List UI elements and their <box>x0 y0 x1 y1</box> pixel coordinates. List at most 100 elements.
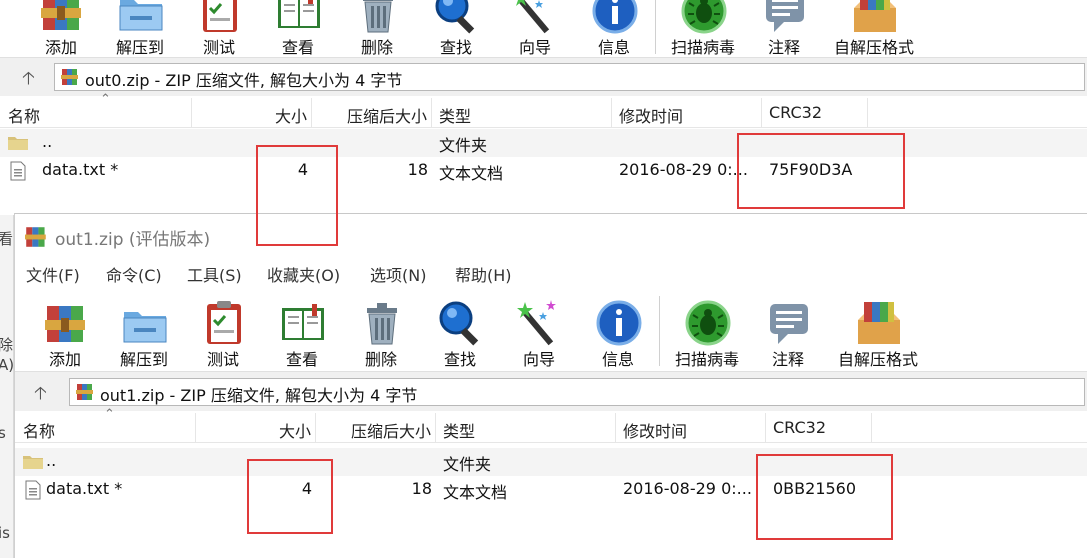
menu-tools[interactable]: 工具(S) <box>187 262 242 286</box>
toolbar: 添加 解压到 测试 查看 删除 查找 向导 信息 扫描病毒 注释 自解压格式 <box>0 0 1087 58</box>
toolbar-label: 扫描病毒 <box>670 38 735 57</box>
sfx-box-icon <box>858 302 900 344</box>
up-arrow-icon[interactable]: 🡡 <box>22 66 35 96</box>
highlight-box-size-out1 <box>247 459 333 534</box>
table-row[interactable]: data.txt * 4 18 文本文档 2016-08-29 0:... 0B… <box>15 476 1087 504</box>
side-fragment: 看 <box>0 228 13 249</box>
highlight-box-size-out0 <box>256 145 338 246</box>
archive-path-field[interactable]: out1.zip - ZIP 压缩文件, 解包大小为 4 字节 <box>69 378 1085 406</box>
cell-modified: 2016-08-29 0:... <box>619 160 748 179</box>
view-book-icon <box>278 0 320 28</box>
add-archive-icon <box>45 306 85 342</box>
toolbar-label: 注释 <box>767 38 800 57</box>
toolbar-label: 注释 <box>771 350 804 369</box>
column-name[interactable]: 名称 <box>0 98 192 128</box>
sfx-box-icon <box>854 0 896 32</box>
column-header-row: 名称 大小 压缩后大小 类型 修改时间 CRC32 ⌃ <box>15 407 1087 443</box>
toolbar-delete-button[interactable]: 删除 <box>344 288 418 372</box>
toolbar-wizard-button[interactable]: 向导 <box>498 0 572 60</box>
zip-archive-icon <box>76 384 93 400</box>
toolbar-comment-button[interactable]: 注释 <box>751 288 825 372</box>
toolbar-test-button[interactable]: 测试 <box>182 0 256 60</box>
toolbar-find-button[interactable]: 查找 <box>419 0 493 60</box>
comment-icon <box>770 304 808 344</box>
side-fragment: A) <box>0 356 14 374</box>
archive-path-text: out0.zip - ZIP 压缩文件, 解包大小为 4 字节 <box>85 71 403 90</box>
table-row[interactable]: .. 文件夹 <box>0 129 1087 157</box>
column-size[interactable]: 大小 <box>192 98 312 128</box>
cell-type: 文本文档 <box>443 483 508 502</box>
column-packed-size[interactable]: 压缩后大小 <box>316 413 436 443</box>
magic-wand-icon <box>517 300 556 346</box>
column-packed-size[interactable]: 压缩后大小 <box>312 98 432 128</box>
info-icon <box>596 300 642 346</box>
toolbar-label: 测试 <box>206 350 239 369</box>
column-header-row: 名称 大小 压缩后大小 类型 修改时间 CRC32 ⌃ <box>0 92 1087 128</box>
toolbar-add-button[interactable]: 添加 <box>28 288 102 372</box>
virus-scan-icon <box>681 0 727 34</box>
toolbar-comment-button[interactable]: 注释 <box>747 0 821 60</box>
comment-icon <box>766 0 804 32</box>
sort-caret-icon: ⌃ <box>100 92 111 107</box>
toolbar-label: 信息 <box>597 38 630 57</box>
cell-packed-size: 18 <box>407 160 428 179</box>
cell-modified: 2016-08-29 0:... <box>623 479 752 498</box>
address-bar: 🡡 out1.zip - ZIP 压缩文件, 解包大小为 4 字节 <box>15 375 1087 409</box>
cell-name: .. <box>46 451 57 470</box>
toolbar-virus-scan-button[interactable]: 扫描病毒 <box>663 0 743 60</box>
table-row[interactable]: data.txt * 4 18 文本文档 2016-08-29 0:... 75… <box>0 157 1087 185</box>
toolbar-label: 查看 <box>285 350 318 369</box>
column-size[interactable]: 大小 <box>196 413 316 443</box>
archive-path-text: out1.zip - ZIP 压缩文件, 解包大小为 4 字节 <box>100 386 418 405</box>
extract-folder-icon <box>119 0 163 31</box>
toolbar-extract-button[interactable]: 解压到 <box>103 0 177 60</box>
column-crc32[interactable]: CRC32 <box>762 98 868 128</box>
column-type[interactable]: 类型 <box>432 98 612 128</box>
toolbar-label: 测试 <box>202 38 235 57</box>
toolbar-info-button[interactable]: 信息 <box>577 0 651 60</box>
file-list: 名称 大小 压缩后大小 类型 修改时间 CRC32 ⌃ .. 文件夹 data.… <box>15 407 1087 558</box>
toolbar-sfx-button[interactable]: 自解压格式 <box>826 0 922 60</box>
toolbar-sfx-button[interactable]: 自解压格式 <box>830 288 926 372</box>
menu-commands[interactable]: 命令(C) <box>106 262 162 286</box>
column-crc32[interactable]: CRC32 <box>766 413 872 443</box>
menu-help[interactable]: 帮助(H) <box>455 262 512 286</box>
toolbar-label: 解压到 <box>115 38 164 57</box>
toolbar-test-button[interactable]: 测试 <box>186 288 260 372</box>
archive-path-field[interactable]: out0.zip - ZIP 压缩文件, 解包大小为 4 字节 <box>54 63 1085 91</box>
toolbar-find-button[interactable]: 查找 <box>423 288 497 372</box>
toolbar-view-button[interactable]: 查看 <box>265 288 339 372</box>
zip-archive-icon <box>61 69 78 85</box>
column-modified[interactable]: 修改时间 <box>616 413 766 443</box>
toolbar-add-button[interactable]: 添加 <box>24 0 98 60</box>
toolbar-info-button[interactable]: 信息 <box>581 288 655 372</box>
column-type[interactable]: 类型 <box>436 413 616 443</box>
menu-favorites[interactable]: 收藏夹(O) <box>267 262 340 286</box>
trash-icon <box>362 0 394 33</box>
text-file-icon <box>10 161 26 181</box>
view-book-icon <box>282 304 324 340</box>
toolbar-separator <box>659 296 660 366</box>
toolbar-delete-button[interactable]: 删除 <box>340 0 414 60</box>
folder-icon <box>23 456 43 469</box>
toolbar-extract-button[interactable]: 解压到 <box>107 288 181 372</box>
test-clipboard-icon <box>201 0 239 34</box>
address-bar: 🡡 out0.zip - ZIP 压缩文件, 解包大小为 4 字节 <box>0 60 1087 94</box>
side-fragment: s <box>0 424 6 442</box>
up-arrow-icon[interactable]: 🡡 <box>34 381 47 411</box>
test-clipboard-icon <box>205 299 243 346</box>
table-row[interactable]: .. 文件夹 <box>15 448 1087 476</box>
toolbar-view-button[interactable]: 查看 <box>261 0 335 60</box>
cell-type: 文本文档 <box>439 164 504 183</box>
winrar-app-icon <box>25 227 46 247</box>
folder-icon <box>8 137 28 150</box>
column-modified[interactable]: 修改时间 <box>612 98 762 128</box>
virus-scan-icon <box>685 300 731 346</box>
sort-caret-icon: ⌃ <box>104 407 115 422</box>
archive-window-out0: 添加 解压到 测试 查看 删除 查找 向导 信息 扫描病毒 注释 自解压格式 🡡… <box>0 0 1087 215</box>
menu-file[interactable]: 文件(F) <box>26 262 80 286</box>
toolbar-virus-scan-button[interactable]: 扫描病毒 <box>667 288 747 372</box>
menu-options[interactable]: 选项(N) <box>370 262 426 286</box>
toolbar-wizard-button[interactable]: 向导 <box>502 288 576 372</box>
file-list: 名称 大小 压缩后大小 类型 修改时间 CRC32 ⌃ .. 文件夹 data.… <box>0 92 1087 215</box>
